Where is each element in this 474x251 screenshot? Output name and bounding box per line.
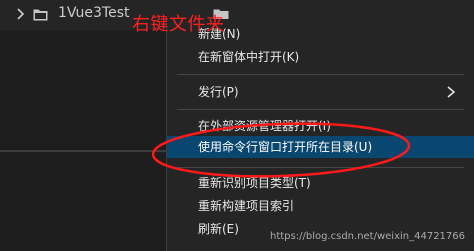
menu-item-label: 在新窗体中打开(K) bbox=[198, 50, 300, 64]
menu-item-label: 刷新(E) bbox=[198, 222, 239, 236]
menu-item-publish[interactable]: 发行(P) bbox=[167, 81, 474, 103]
chevron-right-icon[interactable] bbox=[12, 6, 28, 22]
chevron-right-icon bbox=[447, 86, 456, 98]
menu-separator bbox=[177, 74, 464, 75]
editor-panel bbox=[0, 30, 166, 251]
menu-item-label: 重新构建项目索引 bbox=[198, 199, 295, 213]
folder-icon bbox=[33, 9, 48, 21]
folder-name-label: 1Vue3Test bbox=[58, 5, 130, 21]
annotation-label: 右键文件夹 bbox=[132, 14, 225, 35]
annotation-ellipse bbox=[151, 122, 411, 178]
menu-item-rebuild-index[interactable]: 重新构建项目索引 bbox=[167, 195, 474, 217]
menu-item-open-new-window[interactable]: 在新窗体中打开(K) bbox=[167, 46, 474, 68]
watermark: https://blog.csdn.net/weixin_44721766 bbox=[270, 231, 466, 242]
panel-divider bbox=[0, 150, 166, 152]
menu-item-label: 发行(P) bbox=[198, 85, 239, 99]
menu-separator bbox=[177, 109, 464, 110]
